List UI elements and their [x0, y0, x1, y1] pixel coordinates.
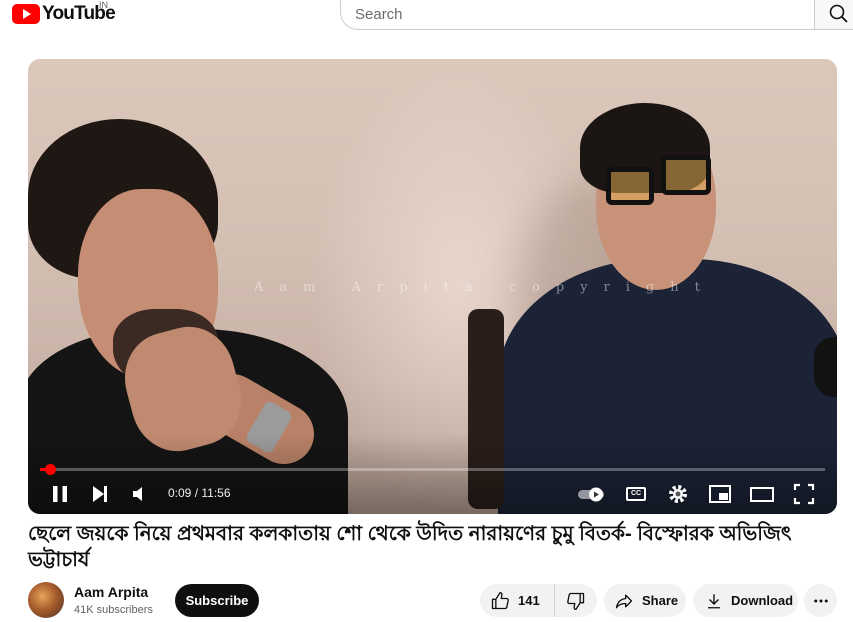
- dislike-button[interactable]: [555, 584, 597, 617]
- progress-bar[interactable]: [40, 468, 825, 471]
- channel-name[interactable]: Aam Arpita: [74, 584, 148, 600]
- miniplayer-icon[interactable]: [708, 482, 732, 506]
- theater-mode-icon[interactable]: [750, 482, 774, 506]
- share-arrow-icon: [615, 594, 633, 608]
- video-watermark: Aam Arpita copyright: [254, 280, 716, 295]
- like-dislike-group: 141: [480, 584, 597, 617]
- video-title: ছেলে জয়কে নিয়ে প্রথমবার কলকাতায় শো থে…: [28, 523, 792, 571]
- subscribe-button[interactable]: Subscribe: [175, 584, 259, 617]
- share-label: Share: [642, 593, 679, 608]
- channel-avatar[interactable]: [28, 582, 64, 618]
- pause-icon[interactable]: [48, 482, 72, 506]
- microphone: [814, 337, 837, 397]
- region-code: IN: [99, 0, 108, 10]
- more-actions-button[interactable]: [804, 584, 837, 617]
- masthead: YouTube IN Search: [0, 0, 853, 30]
- search-icon: [829, 4, 848, 23]
- subscriber-count: 41K subscribers: [74, 604, 153, 616]
- download-button[interactable]: Download: [693, 584, 798, 617]
- youtube-play-icon: [12, 4, 40, 24]
- thumbs-down-icon: [567, 592, 585, 610]
- settings-gear-icon[interactable]: [666, 482, 690, 506]
- search-placeholder: Search: [355, 5, 403, 23]
- captions-icon[interactable]: CC: [626, 487, 646, 501]
- next-icon[interactable]: [88, 482, 112, 506]
- volume-icon[interactable]: [129, 482, 153, 506]
- time-display: 0:09 / 11:56: [168, 486, 231, 500]
- download-label: Download: [731, 593, 794, 608]
- more-horizontal-icon: [813, 599, 828, 602]
- like-count: 141: [518, 593, 540, 608]
- glasses: [606, 167, 654, 205]
- share-button[interactable]: Share: [604, 584, 686, 617]
- download-icon: [708, 593, 720, 608]
- fullscreen-icon[interactable]: [792, 482, 816, 506]
- autoplay-toggle-icon[interactable]: [576, 482, 608, 506]
- like-button[interactable]: 141: [480, 584, 555, 617]
- search-input[interactable]: Search: [340, 0, 815, 30]
- thumbs-up-icon: [491, 591, 509, 609]
- search-button[interactable]: [814, 0, 853, 30]
- video-player[interactable]: Aam Arpita copyright 0:09 / 11:56 CC: [28, 59, 837, 514]
